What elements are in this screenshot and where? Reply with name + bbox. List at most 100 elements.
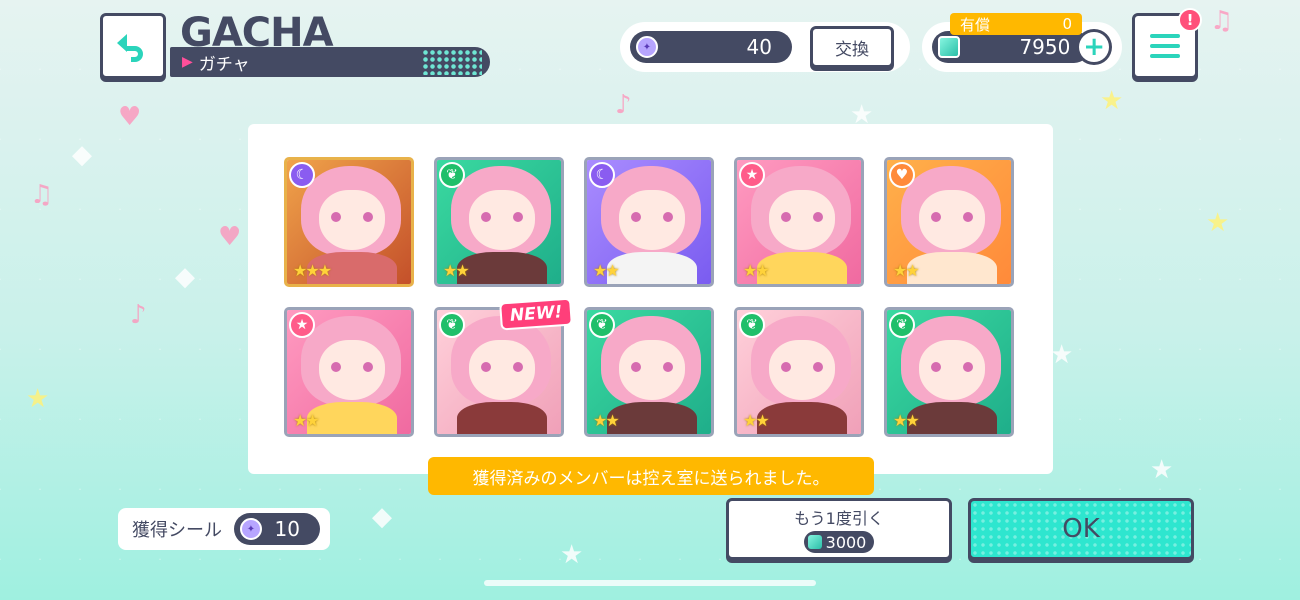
gem-count-pill: 7950	[932, 31, 1091, 63]
character-eye	[813, 212, 823, 222]
ok-button[interactable]: OK	[968, 498, 1194, 560]
note-deco-icon: ♫	[30, 180, 54, 210]
note-deco-icon: ♪	[130, 300, 147, 330]
draw-again-cost-value: 3000	[825, 532, 867, 552]
seal-count-pill: ✦ 40	[630, 31, 792, 63]
star-deco-icon: ★	[1150, 455, 1174, 485]
character-eye	[631, 212, 641, 222]
diamond-deco-icon: ◆	[72, 140, 92, 170]
character-eye	[363, 362, 373, 372]
rarity-stars: ★★	[593, 411, 620, 430]
star-attribute-icon: ★	[289, 312, 315, 338]
member-card[interactable]: ☾ ★★★	[284, 157, 414, 287]
rarity-stars: ★★	[743, 411, 770, 430]
moon-attribute-icon: ☾	[589, 162, 615, 188]
heart-attribute-icon: ♥	[889, 162, 915, 188]
rarity-stars: ★★	[593, 261, 620, 280]
notice-banner: 獲得済みのメンバーは控え室に送られました。	[428, 457, 874, 495]
character-eye	[513, 362, 523, 372]
page-subtitle-bar: ▶ ガチャ	[170, 47, 490, 77]
member-card[interactable]: ❦ ★★	[434, 157, 564, 287]
leaf-attribute-icon: ❦	[889, 312, 915, 338]
note-deco-icon: ♫	[1210, 6, 1234, 36]
paid-label-text: 有償	[960, 15, 991, 34]
character-outfit	[607, 402, 697, 434]
back-button[interactable]	[100, 13, 166, 79]
diamond-deco-icon: ◆	[175, 262, 195, 292]
seal-count: 40	[746, 35, 772, 59]
back-arrow-icon	[117, 34, 143, 62]
acquired-seals-value: 10	[274, 517, 300, 541]
character-eye	[781, 212, 791, 222]
home-indicator	[484, 580, 816, 586]
character-eye	[663, 212, 673, 222]
character-eye	[363, 212, 373, 222]
butterfly-seal-icon: ✦	[636, 36, 658, 58]
star-deco-icon: ★	[26, 384, 50, 414]
note-deco-icon: ♪	[615, 90, 632, 120]
new-tag: NEW!	[499, 297, 574, 331]
member-card[interactable]: ❦ ★★	[734, 307, 864, 437]
star-deco-icon: ★	[1050, 340, 1074, 370]
character-outfit	[757, 252, 847, 284]
character-face	[769, 340, 835, 400]
paid-gems-value: 0	[1062, 15, 1072, 33]
character-outfit	[607, 252, 697, 284]
member-card[interactable]: ★ ★★	[734, 157, 864, 287]
character-eye	[513, 212, 523, 222]
leaf-attribute-icon: ❦	[439, 312, 465, 338]
character-eye	[781, 362, 791, 372]
character-eye	[963, 212, 973, 222]
character-eye	[631, 362, 641, 372]
page-subtitle: ガチャ	[198, 54, 250, 75]
butterfly-seal-icon: ✦	[240, 518, 262, 540]
heart-deco-icon: ♥	[118, 102, 142, 132]
member-card[interactable]: ☾ ★★	[584, 157, 714, 287]
character-eye	[963, 362, 973, 372]
heart-deco-icon: ♥	[218, 222, 242, 252]
character-face	[619, 340, 685, 400]
character-face	[919, 190, 985, 250]
menu-line	[1150, 54, 1180, 58]
character-outfit	[457, 252, 547, 284]
character-outfit	[907, 402, 997, 434]
character-face	[469, 340, 535, 400]
exchange-button[interactable]: 交換	[810, 26, 894, 68]
menu-line	[1150, 34, 1180, 38]
acquired-seals-card: 獲得シール ✦ 10	[118, 508, 330, 550]
character-eye	[813, 362, 823, 372]
acquired-seals-pill: ✦ 10	[234, 513, 320, 545]
character-face	[619, 190, 685, 250]
character-eye	[481, 212, 491, 222]
seal-currency-card: ✦ 40 交換	[620, 22, 910, 72]
member-card[interactable]: ❦ ★★	[884, 307, 1014, 437]
triangle-icon: ▶	[182, 54, 193, 70]
leaf-attribute-icon: ❦	[439, 162, 465, 188]
gem-icon	[938, 36, 960, 58]
character-eye	[663, 362, 673, 372]
character-outfit	[757, 402, 847, 434]
dot-pattern	[422, 49, 482, 75]
add-gems-button[interactable]: +	[1076, 29, 1112, 65]
member-card[interactable]: ♥ ★★	[884, 157, 1014, 287]
star-deco-icon: ★	[1100, 86, 1124, 116]
paid-gems-label: 有償 0	[950, 13, 1082, 35]
character-outfit	[307, 402, 397, 434]
character-face	[319, 340, 385, 400]
member-card[interactable]: ★ ★★	[284, 307, 414, 437]
rarity-stars: ★★	[893, 411, 920, 430]
leaf-attribute-icon: ❦	[739, 312, 765, 338]
gem-count: 7950	[1019, 35, 1071, 59]
star-deco-icon: ★	[1206, 208, 1230, 238]
draw-again-cost: 3000	[803, 531, 875, 553]
diamond-deco-icon: ◆	[372, 502, 392, 532]
character-face	[319, 190, 385, 250]
menu-line	[1150, 44, 1180, 48]
member-card[interactable]: ❦ ★★	[584, 307, 714, 437]
character-outfit	[907, 252, 997, 284]
rarity-stars: ★★★	[293, 261, 332, 280]
character-outfit	[457, 402, 547, 434]
gem-icon	[807, 535, 822, 549]
rarity-stars: ★★	[893, 261, 920, 280]
draw-again-button[interactable]: もう1度引く 3000	[726, 498, 952, 560]
